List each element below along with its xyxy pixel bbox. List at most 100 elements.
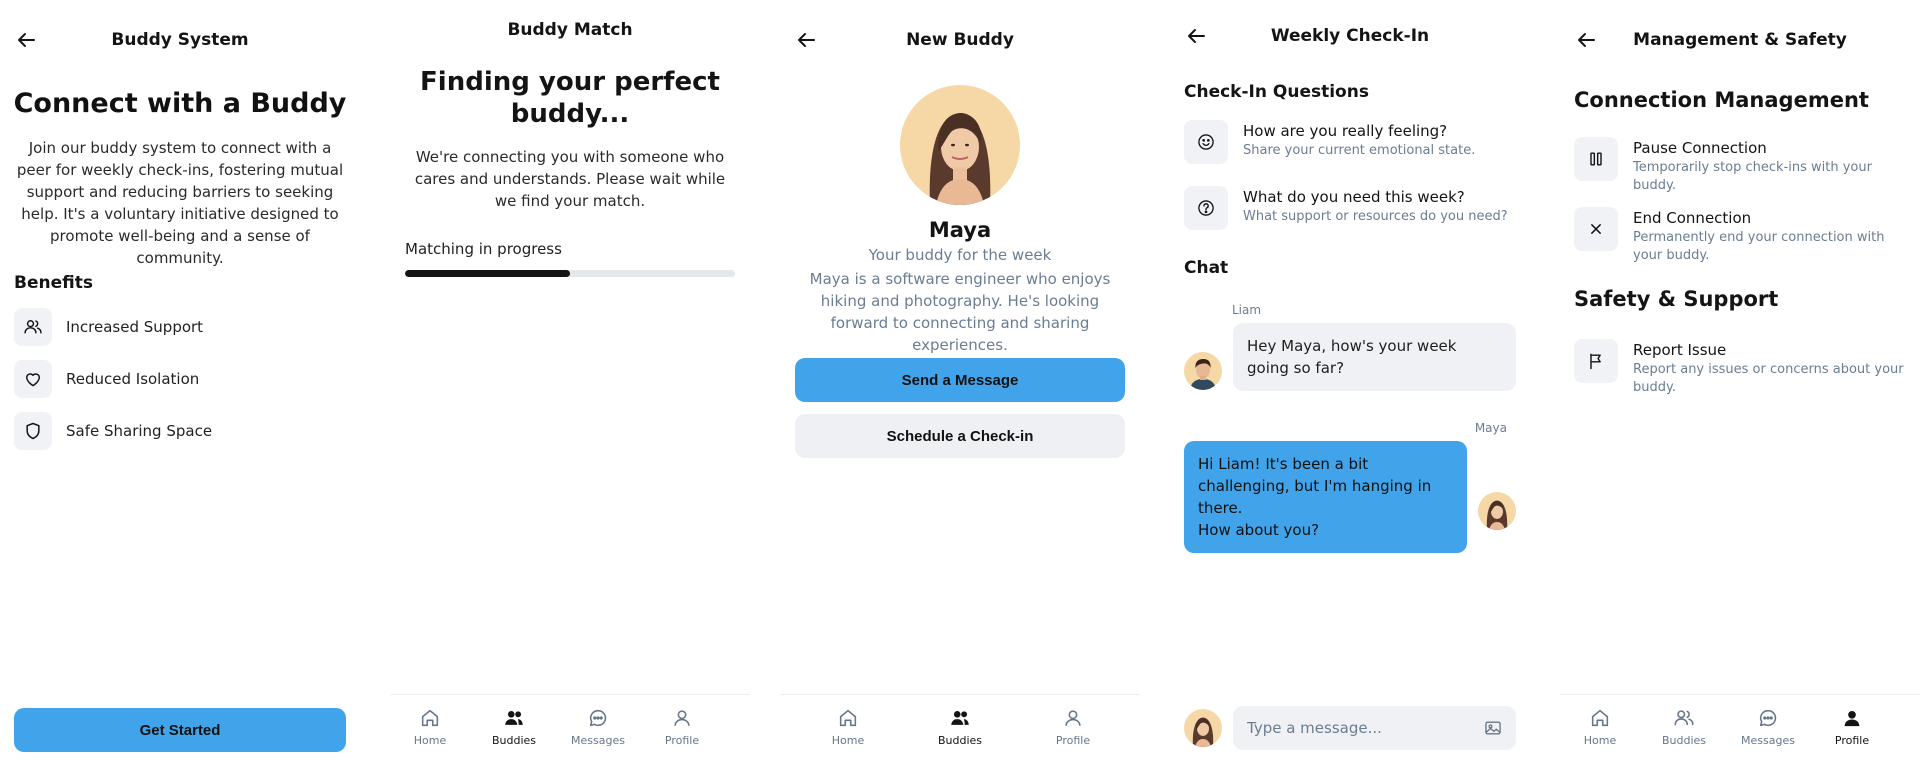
heart-icon (14, 360, 52, 398)
incoming-message: Hey Maya, how's your week going so far? (1233, 323, 1516, 391)
nav-home[interactable]: Home (808, 707, 888, 747)
flag-icon (1574, 339, 1618, 383)
image-icon[interactable] (1483, 718, 1503, 738)
users-icon (505, 711, 523, 725)
benefit-label: Reduced Isolation (66, 370, 200, 388)
top-bar: Weekly Check-In (1170, 16, 1530, 56)
item-title: Pause Connection (1633, 139, 1767, 157)
bottom-nav: Home Buddies Profile (780, 694, 1140, 764)
nav-label: Buddies (491, 734, 537, 747)
safety-support-heading: Safety & Support (1574, 287, 1779, 311)
nav-label: Buddies (937, 734, 983, 747)
message-input[interactable] (1233, 706, 1516, 750)
outgoing-message: Hi Liam! It's been a bit challenging, bu… (1184, 441, 1467, 553)
nav-label: Messages (1741, 734, 1795, 747)
page-title: Buddy System (111, 30, 249, 50)
benefit-label: Increased Support (66, 318, 204, 336)
pause-icon (1574, 137, 1618, 181)
bottom-nav: Home Buddies Messages Profile (390, 694, 750, 764)
progress-bar (405, 270, 735, 277)
shield-icon (14, 412, 52, 450)
question-item: How are you really feeling? Share your c… (1184, 120, 1524, 166)
benefit-item: Reduced Isolation (14, 360, 314, 398)
nav-label: Profile (1834, 734, 1870, 747)
nav-label: Home (1583, 734, 1617, 747)
maya-avatar (1478, 492, 1516, 530)
matching-text: We're connecting you with someone who ca… (414, 148, 726, 210)
nav-buddies[interactable]: Buddies (1644, 707, 1724, 747)
schedule-checkin-button[interactable]: Schedule a Check-in (795, 414, 1125, 458)
page-title: Management & Safety (1633, 30, 1847, 50)
nav-messages[interactable]: Messages (1728, 707, 1808, 747)
item-title: Report Issue (1633, 341, 1727, 359)
user-icon (674, 710, 690, 726)
chat-icon (1759, 709, 1777, 727)
nav-home[interactable]: Home (390, 707, 470, 747)
message-sender: Liam (1232, 303, 1262, 317)
send-message-button[interactable]: Send a Message (795, 358, 1125, 402)
item-title: End Connection (1633, 209, 1752, 227)
hero-heading: Connect with a Buddy (13, 88, 347, 119)
question-subtitle: What support or resources do you need? (1243, 209, 1508, 224)
matching-heading: Finding your perfect buddy... (420, 67, 720, 129)
page-title: Weekly Check-In (1270, 26, 1430, 46)
buddy-bio: Maya is a software engineer who enjoys h… (809, 270, 1111, 354)
nav-label: Home (413, 734, 447, 747)
top-bar: Buddy System (0, 20, 360, 60)
benefit-label: Safe Sharing Space (66, 422, 213, 440)
item-subtitle: Report any issues or concerns about your… (1633, 362, 1904, 395)
benefits-heading: Benefits (14, 273, 93, 293)
get-started-button[interactable]: Get Started (14, 708, 346, 752)
question-title: How are you really feeling? (1243, 122, 1448, 140)
home-icon (1591, 709, 1609, 727)
smile-icon (1184, 120, 1228, 164)
user-icon (1844, 710, 1860, 727)
chat-heading: Chat (1184, 258, 1229, 278)
pause-connection-item[interactable]: Pause Connection Temporarily stop check-… (1574, 137, 1914, 193)
question-subtitle: Share your current emotional state. (1243, 143, 1476, 158)
users-icon (14, 308, 52, 346)
buddy-system-screen: Buddy System Connect with a Buddy Join o… (0, 0, 360, 783)
report-issue-item[interactable]: Report Issue Report any issues or concer… (1574, 339, 1914, 395)
nav-label: Home (831, 734, 865, 747)
home-icon (421, 709, 439, 727)
management-safety-screen: Management & Safety Connection Managemen… (1560, 0, 1920, 783)
message-sender: Maya (1474, 421, 1507, 435)
weekly-checkin-screen: Weekly Check-In Check-In Questions How a… (1170, 0, 1530, 783)
buddy-name: Maya (928, 218, 992, 242)
nav-profile[interactable]: Profile (1812, 707, 1892, 747)
liam-avatar (1184, 352, 1222, 390)
nav-messages[interactable]: Messages (558, 707, 638, 747)
users-icon (951, 711, 969, 725)
top-bar: New Buddy (780, 20, 1140, 60)
item-subtitle: Temporarily stop check-ins with your bud… (1633, 160, 1872, 193)
buddy-match-screen: Buddy Match Finding your perfect buddy..… (390, 0, 750, 783)
end-connection-item[interactable]: End Connection Permanently end your conn… (1574, 207, 1914, 263)
connection-management-heading: Connection Management (1574, 88, 1869, 112)
nav-profile[interactable]: Profile (642, 707, 722, 747)
questions-heading: Check-In Questions (1184, 82, 1369, 102)
buddy-subtitle: Your buddy for the week (868, 246, 1052, 264)
question-title: What do you need this week? (1243, 188, 1465, 206)
nav-buddies[interactable]: Buddies (474, 707, 554, 747)
question-item: What do you need this week? What support… (1184, 186, 1524, 232)
user-icon (1065, 710, 1081, 726)
progress-fill (405, 270, 570, 277)
progress-label: Matching in progress (405, 240, 562, 258)
benefit-item: Increased Support (14, 308, 314, 346)
nav-buddies[interactable]: Buddies (920, 707, 1000, 747)
benefit-item: Safe Sharing Space (14, 412, 314, 450)
page-title: New Buddy (906, 30, 1014, 50)
nav-label: Profile (664, 734, 700, 747)
nav-label: Profile (1055, 734, 1091, 747)
nav-profile[interactable]: Profile (1033, 707, 1113, 747)
home-icon (839, 709, 857, 727)
bottom-nav: Home Buddies Messages Profile (1560, 694, 1920, 764)
page-title: Buddy Match (507, 20, 633, 40)
nav-home[interactable]: Home (1560, 707, 1640, 747)
help-icon (1184, 186, 1228, 230)
users-icon (1674, 710, 1694, 726)
nav-label: Messages (571, 734, 625, 747)
new-buddy-screen: New Buddy Maya Your buddy for the week M… (780, 0, 1140, 783)
user-avatar (1184, 709, 1222, 747)
